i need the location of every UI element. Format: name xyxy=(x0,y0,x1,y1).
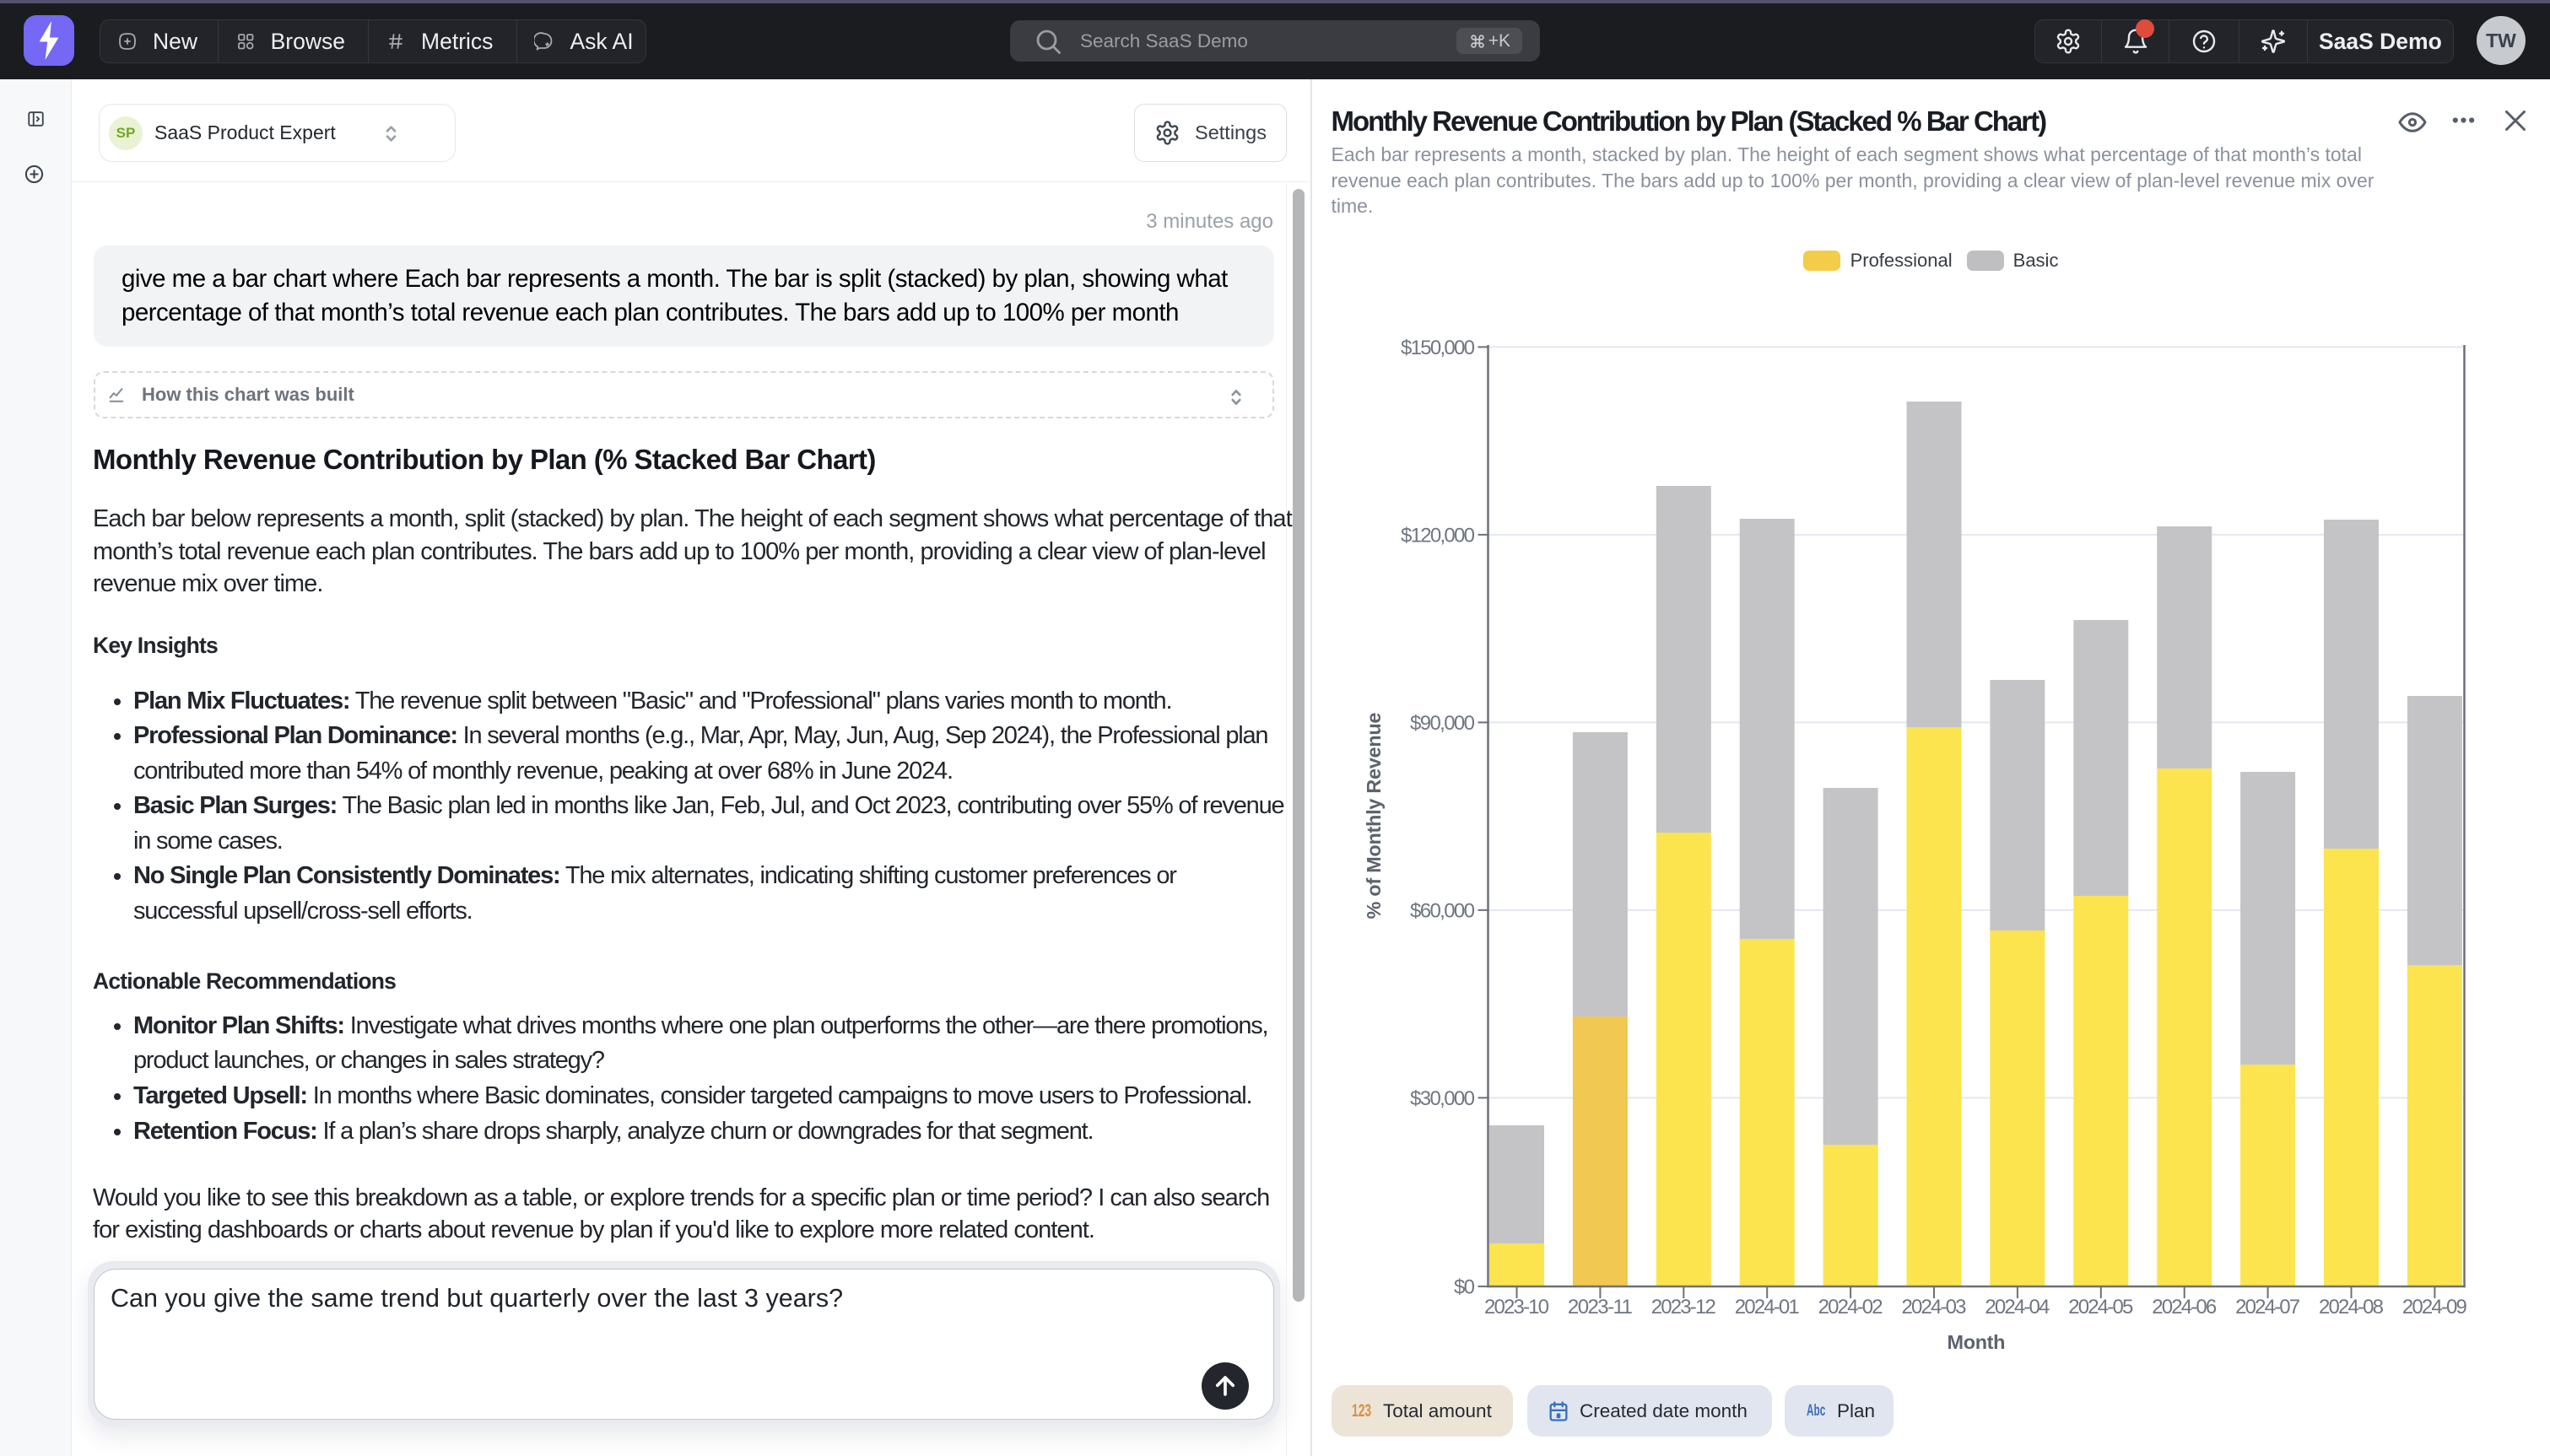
svg-text:% of Monthly Revenue: % of Monthly Revenue xyxy=(1363,713,1385,919)
svg-text:2023-12: 2023-12 xyxy=(1651,1296,1716,1318)
svg-text:$150,000: $150,000 xyxy=(1401,337,1475,359)
svg-text:2024-03: 2024-03 xyxy=(1902,1296,1967,1318)
svg-text:2024-07: 2024-07 xyxy=(2235,1296,2300,1318)
svg-text:2023-11: 2023-11 xyxy=(1568,1296,1633,1318)
svg-text:Month: Month xyxy=(1948,1331,2006,1353)
svg-text:2023-10: 2023-10 xyxy=(1484,1296,1549,1318)
svg-text:2024-04: 2024-04 xyxy=(1985,1296,2050,1318)
svg-text:$0: $0 xyxy=(1454,1276,1475,1299)
svg-text:2024-08: 2024-08 xyxy=(2319,1296,2384,1318)
svg-text:$120,000: $120,000 xyxy=(1401,525,1475,547)
svg-text:2024-01: 2024-01 xyxy=(1735,1296,1800,1318)
svg-text:2024-09: 2024-09 xyxy=(2402,1296,2467,1318)
svg-text:$30,000: $30,000 xyxy=(1410,1087,1475,1110)
svg-text:2024-06: 2024-06 xyxy=(2152,1296,2217,1318)
svg-text:2024-05: 2024-05 xyxy=(2068,1296,2133,1318)
svg-text:2024-02: 2024-02 xyxy=(1818,1296,1883,1318)
svg-text:$90,000: $90,000 xyxy=(1410,712,1475,735)
svg-text:$60,000: $60,000 xyxy=(1410,900,1475,923)
